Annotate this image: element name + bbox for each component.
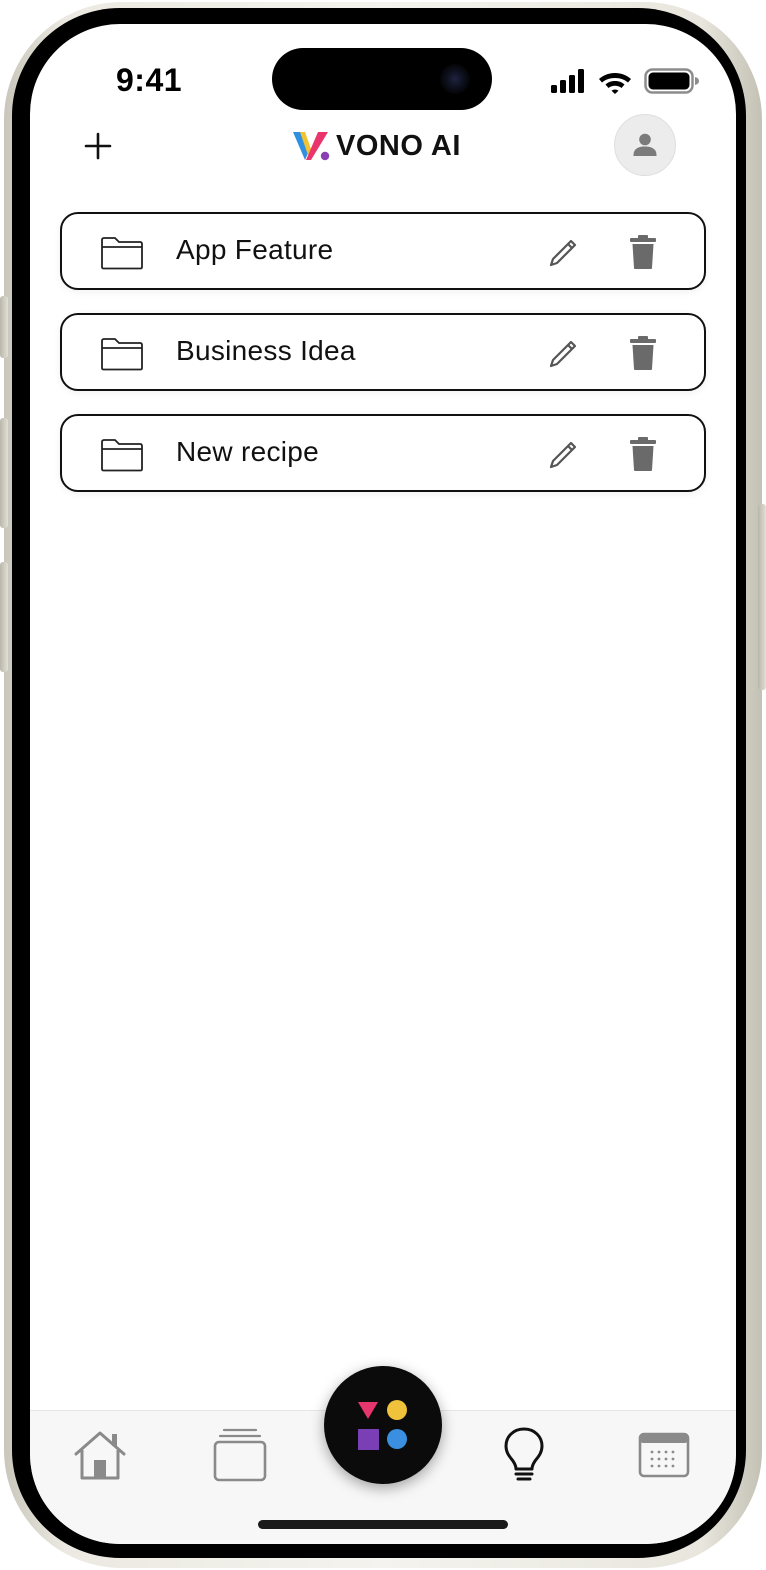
folder-icon [101,439,143,472]
app-screen: 9:41 VONO AI App Feature Business Idea N… [30,24,736,1544]
nav-calendar[interactable] [634,1425,694,1485]
shapes-icon [358,1400,407,1450]
folder-list: App Feature Business Idea New recipe [60,212,706,515]
silent-switch [0,296,8,358]
person-icon [633,133,657,156]
add-folder-button[interactable] [78,126,118,166]
nav-ideas[interactable] [494,1425,554,1485]
trash-icon[interactable] [628,436,658,472]
center-create-button[interactable] [324,1366,442,1484]
calendar-icon [638,1432,690,1478]
trash-icon[interactable] [628,234,658,270]
folder-label: Business Idea [176,335,356,366]
logo-text: VONO AI [336,129,461,162]
camera-icon [440,64,470,94]
folder-icon [101,237,143,270]
pencil-icon[interactable] [546,236,580,270]
app-logo: VONO AI [292,128,461,164]
dynamic-island [272,48,492,110]
status-time: 9:41 [116,62,183,98]
trash-icon[interactable] [628,335,658,371]
folder-label: App Feature [176,234,334,265]
nav-home[interactable] [70,1425,130,1485]
power-button [758,504,766,690]
folder-item[interactable]: Business Idea [60,313,706,391]
signal-icon [551,69,584,93]
wifi-icon [599,72,631,94]
vono-logo-icon [293,132,330,161]
lightbulb-icon [504,1427,544,1481]
home-indicator[interactable] [258,1520,508,1529]
pencil-icon[interactable] [546,438,580,472]
folder-item[interactable]: New recipe [60,414,706,492]
folder-label: New recipe [176,436,320,467]
folder-icon [101,338,143,371]
home-icon [74,1431,126,1480]
profile-avatar-button[interactable] [614,114,676,176]
volume-up-button [0,418,8,528]
battery-icon [644,68,699,94]
cards-icon [213,1428,267,1482]
folder-item[interactable]: App Feature [60,212,706,290]
plus-icon [84,132,112,160]
pencil-icon[interactable] [546,337,580,371]
volume-down-button [0,562,8,672]
nav-cards[interactable] [210,1425,270,1485]
status-icons [550,68,700,94]
